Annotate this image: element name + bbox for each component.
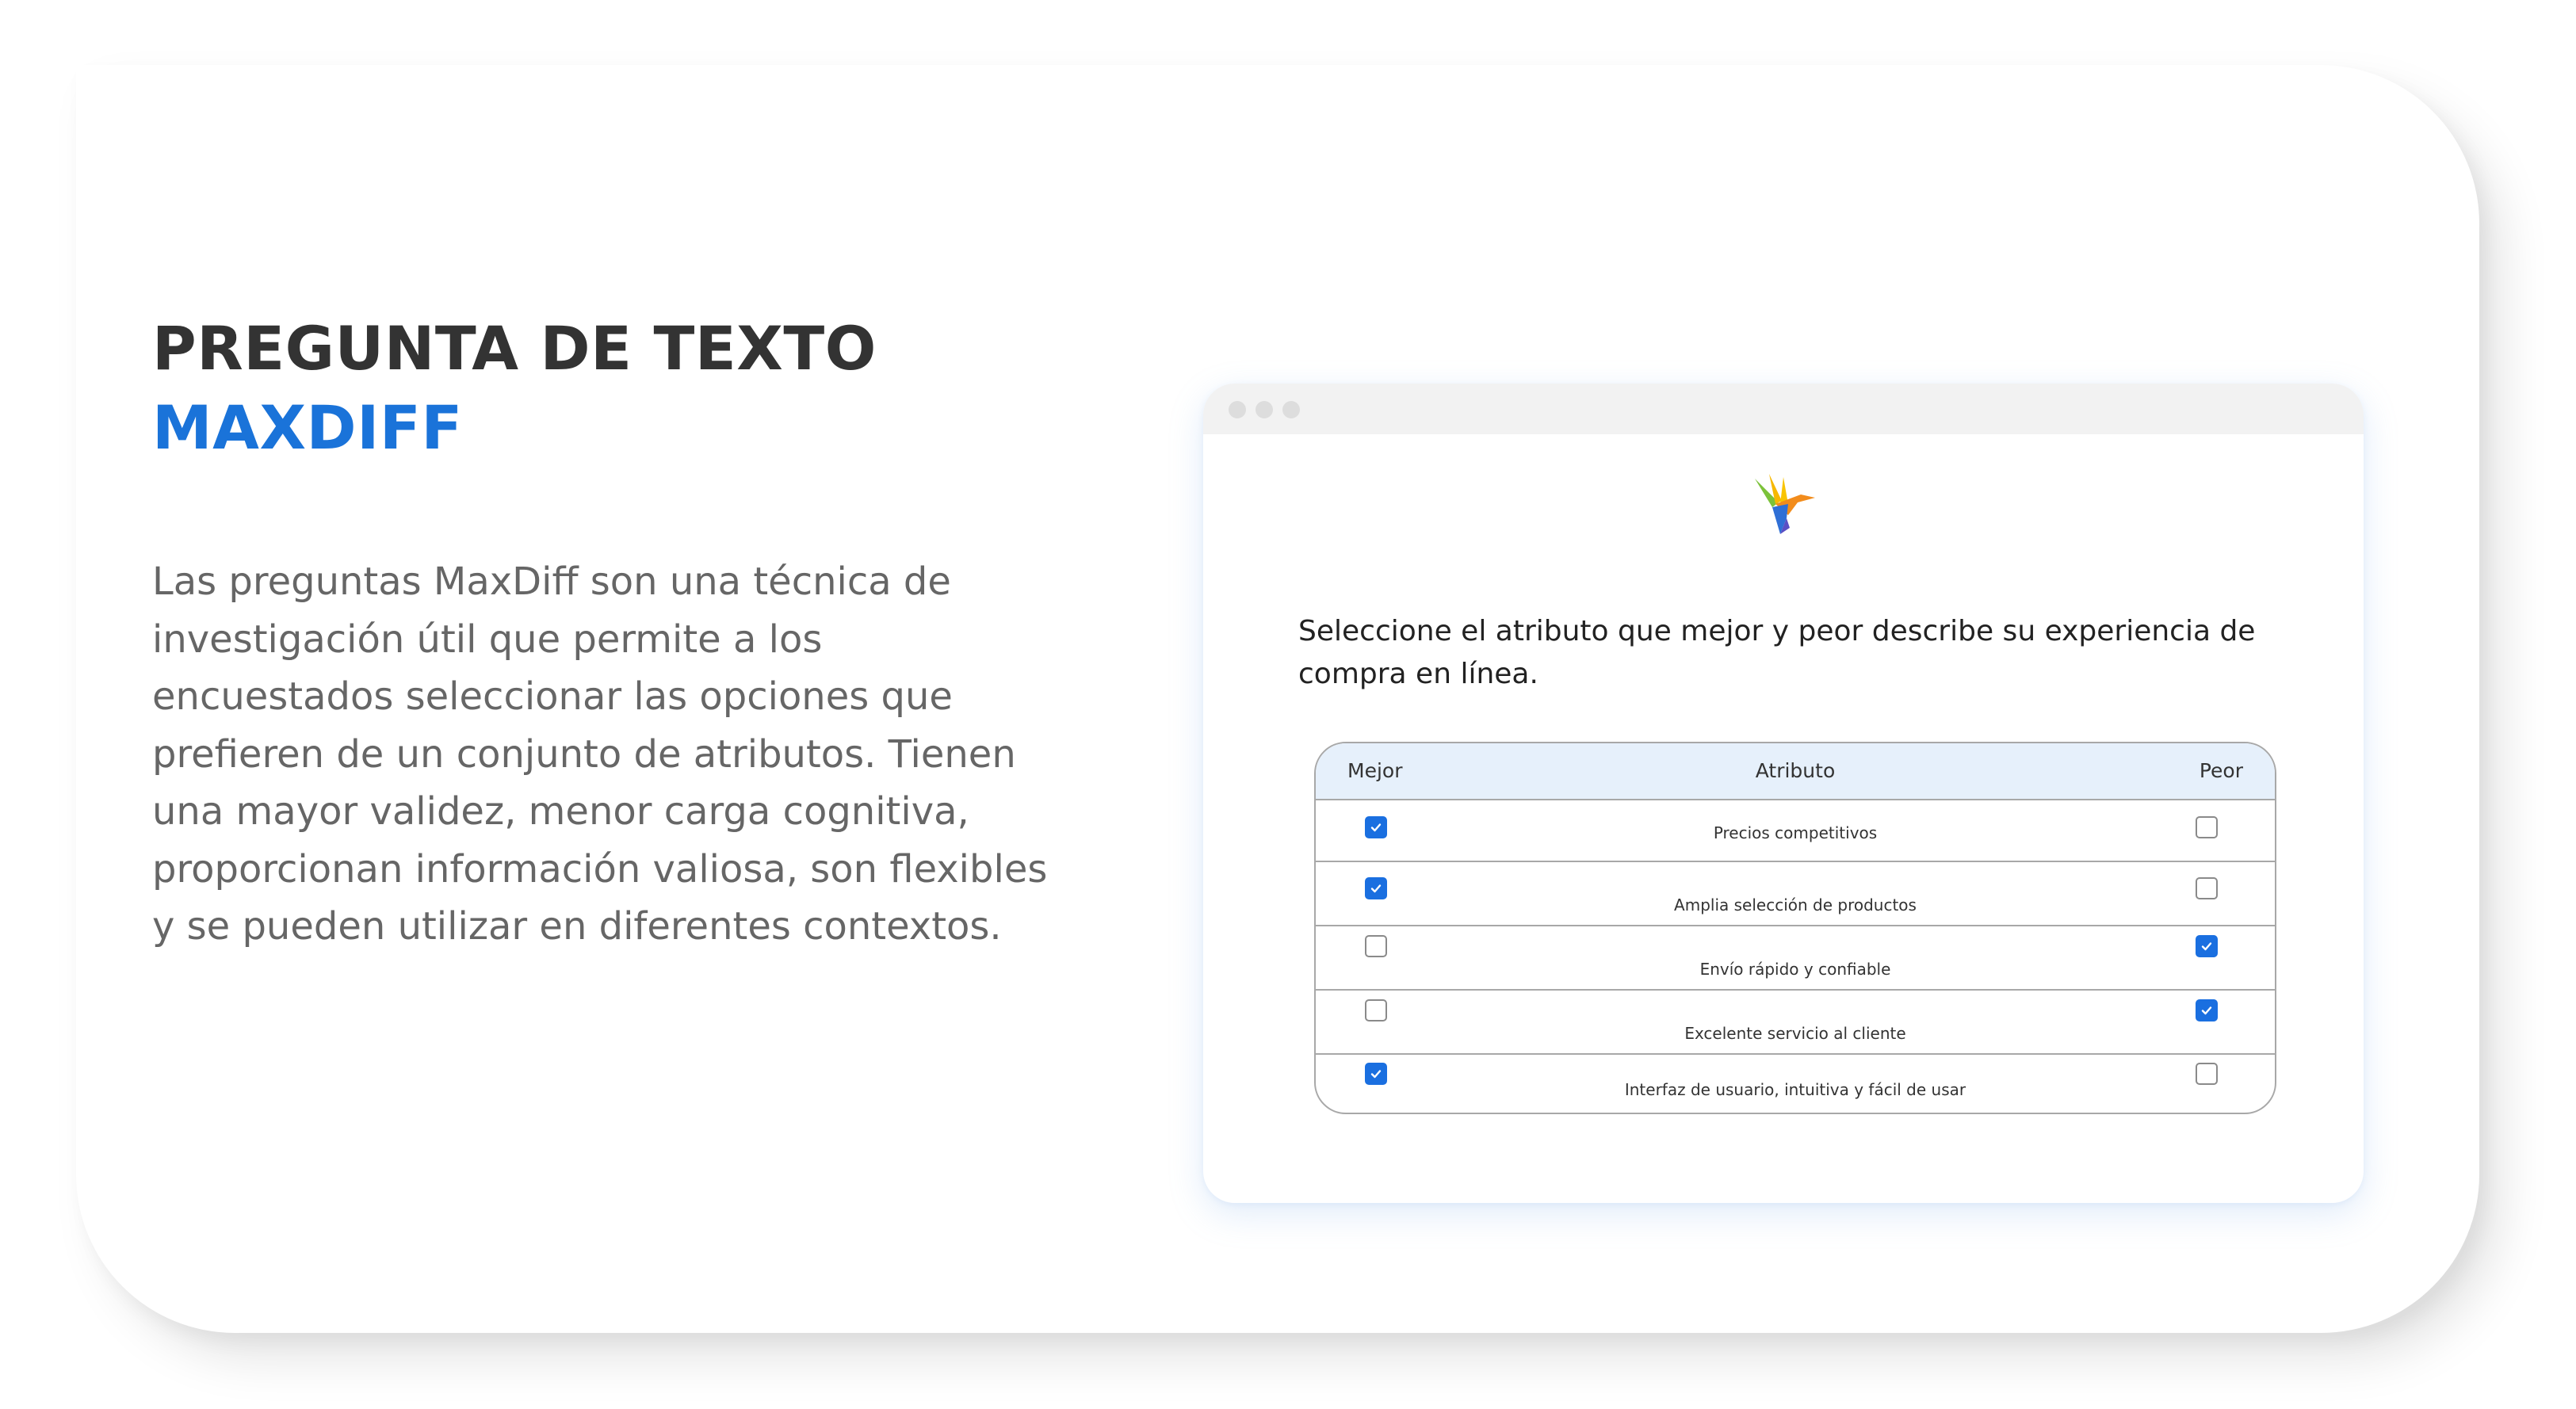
page-subtitle: MAXDIFF [152, 392, 463, 463]
column-header-attribute: Atributo [1755, 759, 1836, 782]
attribute-label: Excelente servicio al cliente [1684, 1024, 1906, 1043]
attribute-label: Precios competitivos [1713, 823, 1878, 842]
maxdiff-table: Atributo Mejor Peor Precios competitivos… [1314, 742, 2276, 1114]
best-checkbox[interactable] [1365, 999, 1387, 1021]
table-row: Precios competitivos [1316, 800, 2275, 862]
browser-title-bar [1203, 384, 2364, 434]
worst-checkbox[interactable] [2196, 877, 2218, 899]
table-row: Excelente servicio al cliente [1316, 991, 2275, 1055]
description-text: Las preguntas MaxDiff son una técnica de… [152, 559, 1048, 949]
page-title: PREGUNTA DE TEXTO [152, 313, 877, 384]
best-checkbox[interactable] [1365, 935, 1387, 957]
browser-window: Seleccione el atributo que mejor y peor … [1203, 384, 2364, 1203]
table-row: Amplia selección de productos [1316, 862, 2275, 926]
worst-checkbox[interactable] [2196, 1063, 2218, 1085]
table-row: Interfaz de usuario, intuitiva y fácil d… [1316, 1055, 2275, 1113]
hummingbird-logo-icon [1752, 471, 1818, 537]
column-header-best: Mejor [1347, 759, 1403, 782]
table-row: Envío rápido y confiable [1316, 926, 2275, 991]
worst-checkbox[interactable] [2196, 935, 2218, 957]
window-dot-icon [1256, 401, 1273, 418]
survey-question: Seleccione el atributo que mejor y peor … [1298, 615, 2256, 690]
window-dot-icon [1282, 401, 1300, 418]
table-header: Atributo Mejor Peor [1316, 743, 2275, 800]
worst-checkbox[interactable] [2196, 999, 2218, 1021]
worst-checkbox[interactable] [2196, 816, 2218, 838]
attribute-label: Envío rápido y confiable [1699, 960, 1891, 979]
attribute-label: Amplia selección de productos [1674, 895, 1917, 915]
column-header-worst: Peor [2199, 759, 2243, 782]
attribute-label: Interfaz de usuario, intuitiva y fácil d… [1624, 1080, 1966, 1099]
window-dot-icon [1229, 401, 1246, 418]
